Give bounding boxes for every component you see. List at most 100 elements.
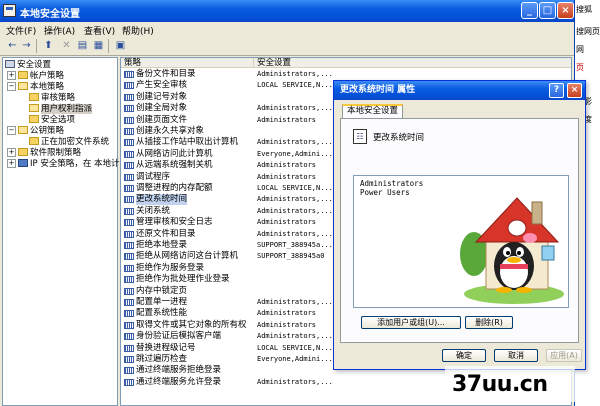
menubar: 文件(F) 操作(A) 查看(V) 帮助(H) (0, 22, 574, 38)
policy-name-cell: 更改系统时间 (136, 194, 188, 206)
help-icon[interactable]: ▣ (114, 40, 127, 52)
column-header-setting[interactable]: 安全设置 (254, 58, 571, 68)
policy-icon (124, 367, 134, 375)
table-row[interactable]: 备份文件和目录 Administrators,... (121, 69, 571, 80)
export-list-icon[interactable]: ▦ (92, 40, 105, 52)
tree-item-ip-security[interactable]: + IP 安全策略，在 本地计 (7, 159, 120, 170)
tree-item-account-policies[interactable]: + 帐户策略 (7, 71, 64, 82)
minimize-button[interactable]: _ (521, 2, 538, 19)
ipsec-icon (18, 159, 28, 167)
list-item[interactable]: Power Users (360, 188, 410, 197)
help-button[interactable]: ? (549, 83, 564, 98)
back-arrow-icon[interactable]: ← (6, 40, 19, 52)
collapse-icon[interactable]: − (7, 82, 16, 91)
policy-name-cell: 通过终端服务拒绝登录 (136, 365, 222, 376)
tree-item-public-key-policies[interactable]: − 公钥策略 (7, 126, 64, 137)
menu-help[interactable]: 帮助(H) (122, 24, 154, 37)
dialog-close-button[interactable]: × (567, 83, 582, 98)
column-header-policy[interactable]: 策略 (121, 58, 254, 68)
security-setting-cell: Administrators,... (257, 70, 333, 78)
apply-button[interactable]: 应用(A) (546, 349, 582, 362)
policy-icon (124, 276, 134, 284)
forward-arrow-icon[interactable]: → (20, 40, 33, 52)
ok-button[interactable]: 确定 (442, 349, 486, 362)
add-user-or-group-button[interactable]: 添加用户或组(U)... (361, 316, 461, 329)
strip-text: 搜狐 (576, 5, 592, 14)
tree-item-label: 软件限制策略 (30, 148, 82, 158)
close-button[interactable]: × (557, 2, 574, 19)
security-setting-cell: LOCAL SERVICE,N... (257, 81, 333, 90)
tree-item-label: 帐户策略 (30, 71, 65, 81)
policy-icon (124, 139, 134, 147)
policy-name-cell: 配置系统性能 (136, 308, 188, 319)
policy-icon (124, 219, 134, 227)
delete-icon[interactable]: ✕ (60, 40, 73, 52)
policy-name-cell: 拒绝作为服务登录 (136, 262, 205, 273)
policy-icon (124, 173, 134, 181)
tree-item-label: IP 安全策略，在 本地计 (30, 159, 120, 169)
security-setting-cell: SUPPORT_388945a0 (257, 252, 325, 261)
policy-icon (124, 344, 134, 352)
security-setting-cell: Administrators (257, 218, 317, 227)
folder-open-icon (18, 82, 28, 90)
expand-icon[interactable]: + (7, 159, 16, 168)
policy-name-cell: 通过终端服务允许登录 (136, 376, 222, 387)
tree-item-security-settings[interactable]: 安全设置 (5, 60, 51, 71)
folder-icon (18, 71, 28, 79)
remove-button[interactable]: 删除(R) (465, 316, 513, 329)
policy-name-cell: 关闭系统 (136, 205, 171, 216)
tree-item-local-policies[interactable]: − 本地策略 (7, 82, 64, 93)
security-setting-cell: Administrators,... (257, 206, 333, 215)
security-setting-cell: Everyone,Admini... (257, 149, 333, 158)
up-folder-icon[interactable]: ⬆ (42, 40, 55, 52)
policy-name: 更改系统时间 (373, 133, 425, 143)
security-setting-cell: LOCAL SERVICE,N... (257, 184, 333, 192)
policy-icon (124, 116, 134, 124)
policy-document-icon: ☷ (353, 129, 367, 144)
policy-icon (124, 287, 134, 295)
folder-open-icon (18, 126, 28, 134)
security-setting-cell: Administrators (257, 115, 317, 124)
tree-item-software-restriction[interactable]: + 软件限制策略 (7, 148, 81, 159)
collapse-icon[interactable]: − (7, 126, 16, 135)
policy-icon (124, 299, 134, 306)
menu-action[interactable]: 操作(A) (44, 24, 75, 37)
tab-panel: ☷ 更改系统时间 Administrators Power Users 添加用户… (340, 118, 579, 343)
policy-icon (124, 264, 134, 272)
policy-icon (124, 185, 134, 192)
penguin-house-illustration (460, 197, 564, 304)
security-setting-cell: Administrators,... (257, 104, 333, 113)
policy-name-cell: 从远端系统强制关机 (136, 160, 213, 171)
policy-name-cell: 从插接工作站中取出计算机 (136, 137, 239, 148)
policy-name-cell: 产生安全审核 (136, 80, 188, 91)
menu-file[interactable]: 文件(F) (6, 24, 36, 37)
tree-item-user-rights[interactable]: 用户权利指派 (29, 104, 93, 115)
site-watermark: 37uu.cn (452, 372, 548, 397)
dialog-titlebar[interactable]: 更改系统时间 属性 ? × (334, 81, 585, 100)
tree-item-security-options[interactable]: 安全选项 (29, 115, 75, 126)
list-item[interactable]: Administrators (360, 179, 423, 188)
cancel-button[interactable]: 取消 (494, 349, 538, 362)
tree-item-efs[interactable]: 正在加密文件系统 (29, 137, 109, 148)
properties-icon[interactable]: ▤ (76, 40, 89, 52)
toolbar-separator (36, 39, 37, 53)
security-setting-cell: Administrators (257, 161, 317, 170)
strip-text: 搜网页 (576, 27, 600, 36)
window-titlebar[interactable]: 本地安全设置 _ □ × (0, 0, 574, 22)
policy-name-cell: 拒绝本地登录 (136, 240, 188, 250)
policy-name-cell: 身份验证后模拟客户端 (136, 331, 222, 342)
policy-name-cell: 配置单一进程 (136, 297, 188, 307)
user-list[interactable]: Administrators Power Users (353, 175, 569, 308)
policy-name-cell: 调整进程的内存配额 (136, 183, 213, 193)
maximize-button[interactable]: □ (539, 2, 556, 19)
strip-text: 网 (576, 45, 584, 54)
strip-text: 页 (576, 63, 584, 72)
menu-view[interactable]: 查看(V) (84, 24, 115, 37)
tree-item-audit-policy[interactable]: 审核策略 (29, 93, 75, 104)
policy-icon (124, 93, 134, 101)
policy-name-cell: 备份文件和目录 (136, 69, 196, 79)
expand-icon[interactable]: + (7, 148, 16, 157)
expand-icon[interactable]: + (7, 71, 16, 80)
tab-local-security-setting[interactable]: 本地安全设置 (342, 104, 404, 118)
tree-item-label: 安全选项 (41, 115, 76, 125)
